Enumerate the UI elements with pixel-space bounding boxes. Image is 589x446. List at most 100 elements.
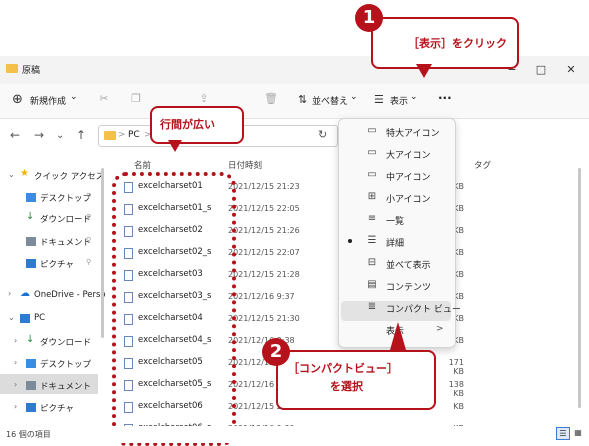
- window-title: 原稿: [22, 66, 41, 76]
- sidebar-item-download[interactable]: ダウンロード: [40, 213, 91, 225]
- pin-icon: ⚲: [86, 213, 92, 221]
- submenu-chevron-icon: >: [436, 324, 444, 334]
- menu-item[interactable]: 小アイコン: [386, 192, 431, 205]
- folder-icon: [6, 64, 18, 73]
- sidebar-item-pc-download[interactable]: ダウンロード: [40, 336, 91, 348]
- file-date: 2021/12/15 22:07: [228, 248, 300, 257]
- download-icon: ↓: [26, 211, 35, 222]
- callout-spacing-text: 行間が広い: [160, 118, 215, 131]
- expand-chevron-icon[interactable]: ⌄: [8, 170, 15, 179]
- menu-item[interactable]: 並べて表示: [386, 258, 431, 271]
- expand-chevron-icon[interactable]: ›: [14, 402, 17, 411]
- refresh-icon[interactable]: ↻: [318, 128, 327, 141]
- download-icon: ↓: [26, 334, 35, 345]
- pin-icon: ⚲: [86, 258, 92, 266]
- sidebar-item-pictures[interactable]: ピクチャ: [40, 258, 74, 270]
- tiles-icon: ⊟: [367, 257, 377, 268]
- sort-chevron-icon: ⌄: [350, 92, 358, 102]
- delete-icon[interactable]: 🗑: [264, 93, 278, 105]
- list-icon: ≡: [367, 213, 377, 224]
- close-button[interactable]: ✕: [556, 60, 586, 80]
- sort-button[interactable]: 並べ替え: [312, 94, 348, 107]
- forward-button[interactable]: →: [34, 128, 44, 142]
- breadcrumb-pc[interactable]: PC: [128, 130, 140, 140]
- monitor-icon: ▭: [367, 125, 377, 136]
- view-icon: ☰: [374, 93, 384, 106]
- plus-circle-icon: ⊕: [12, 92, 23, 107]
- expand-chevron-icon[interactable]: ⌄: [8, 313, 15, 322]
- new-chevron-icon: ⌄: [70, 92, 78, 102]
- sort-icon: ⇅: [298, 93, 308, 106]
- content-icon: ▤: [367, 279, 377, 290]
- monitor-icon: ▭: [367, 147, 377, 158]
- callout-step1-text: ［表示］をクリック: [408, 37, 507, 50]
- menu-item[interactable]: 詳細: [386, 236, 404, 249]
- sidebar-item-onedrive[interactable]: OneDrive - Perso: [34, 290, 106, 300]
- callout-step2-pointer: [390, 322, 406, 350]
- history-chevron-icon[interactable]: ⌄: [56, 130, 64, 141]
- menu-item[interactable]: 一覧: [386, 214, 404, 227]
- sidebar-item-pc-documents[interactable]: ドキュメント: [40, 380, 91, 392]
- item-count: 16 個の項目: [6, 430, 51, 439]
- file-date: 2021/12/15 21:26: [228, 226, 300, 235]
- expand-chevron-icon[interactable]: ›: [14, 380, 17, 389]
- callout-step2-line1: ［コンパクトビュー］: [288, 362, 398, 375]
- callout-spacing-pointer: [168, 140, 182, 152]
- file-date: 2021/12/15 21:28: [228, 270, 300, 279]
- column-header-tag[interactable]: タグ: [474, 159, 491, 171]
- details-icon: ☰: [367, 235, 377, 246]
- sidebar-scrollbar[interactable]: [101, 168, 104, 338]
- new-button[interactable]: 新規作成: [30, 94, 66, 107]
- cloud-icon: ☁: [20, 288, 30, 299]
- maximize-button[interactable]: □: [526, 60, 556, 80]
- sidebar-item-desktop[interactable]: デスクトップ: [40, 192, 91, 204]
- up-button[interactable]: ↑: [76, 128, 86, 142]
- column-header-name[interactable]: 名前: [134, 159, 151, 171]
- tiles-view-icon[interactable]: ▦: [572, 427, 584, 438]
- callout-step1-pointer: [416, 64, 432, 78]
- view-chevron-icon: ⌄: [410, 92, 418, 102]
- menu-item[interactable]: 特大アイコン: [386, 126, 440, 139]
- list-scrollbar[interactable]: [578, 168, 581, 408]
- sidebar-item-pc[interactable]: PC: [34, 313, 45, 323]
- sidebar-item-documents[interactable]: ドキュメント: [40, 236, 91, 248]
- picture-icon: [26, 403, 36, 412]
- command-bar: [0, 84, 589, 119]
- breadcrumb-separator: >: [118, 130, 126, 140]
- sidebar-item-pc-pictures[interactable]: ピクチャ: [40, 402, 74, 414]
- file-date: 2021/12/16 9:37: [228, 292, 295, 301]
- expand-chevron-icon[interactable]: ›: [14, 358, 17, 367]
- back-button[interactable]: ←: [10, 128, 20, 142]
- file-date: 2021/12/15 21:23: [228, 182, 300, 191]
- row-spacing-highlight: [112, 172, 236, 446]
- status-bar: [0, 426, 589, 443]
- column-header-date[interactable]: 日付時刻: [228, 159, 262, 171]
- document-icon: [26, 381, 36, 390]
- menu-item[interactable]: コンテンツ: [386, 280, 431, 293]
- file-date: 2021/12/15 22:05: [228, 204, 300, 213]
- expand-chevron-icon[interactable]: ›: [14, 336, 17, 345]
- menu-item[interactable]: 中アイコン: [386, 170, 431, 183]
- share-icon[interactable]: ⇪: [198, 93, 210, 105]
- cut-icon[interactable]: ✂: [98, 93, 110, 105]
- desktop-icon: [26, 359, 36, 368]
- menu-item[interactable]: コンパクト ビュー: [386, 302, 461, 315]
- details-view-icon[interactable]: ☰: [556, 427, 570, 440]
- sidebar-item-pc-desktop[interactable]: デスクトップ: [40, 358, 91, 370]
- sidebar-item-quick-access[interactable]: クイック アクセス: [34, 170, 104, 182]
- expand-chevron-icon[interactable]: ›: [8, 289, 11, 298]
- monitor-icon: ▭: [367, 169, 377, 180]
- pin-icon: ⚲: [86, 192, 92, 200]
- desktop-icon: [26, 193, 36, 202]
- file-size: 171 KB: [448, 358, 464, 376]
- step1-badge: 1: [355, 4, 383, 32]
- menu-item[interactable]: 大アイコン: [386, 148, 431, 161]
- selected-dot-icon: [348, 239, 352, 243]
- more-options-button[interactable]: ···: [438, 91, 452, 105]
- grid-icon: ⊞: [367, 191, 377, 202]
- pc-icon: [20, 314, 30, 323]
- file-size: KB: [453, 402, 464, 411]
- view-button[interactable]: 表示: [390, 94, 408, 107]
- pin-icon: ⚲: [86, 236, 92, 244]
- copy-icon[interactable]: ❐: [130, 93, 142, 105]
